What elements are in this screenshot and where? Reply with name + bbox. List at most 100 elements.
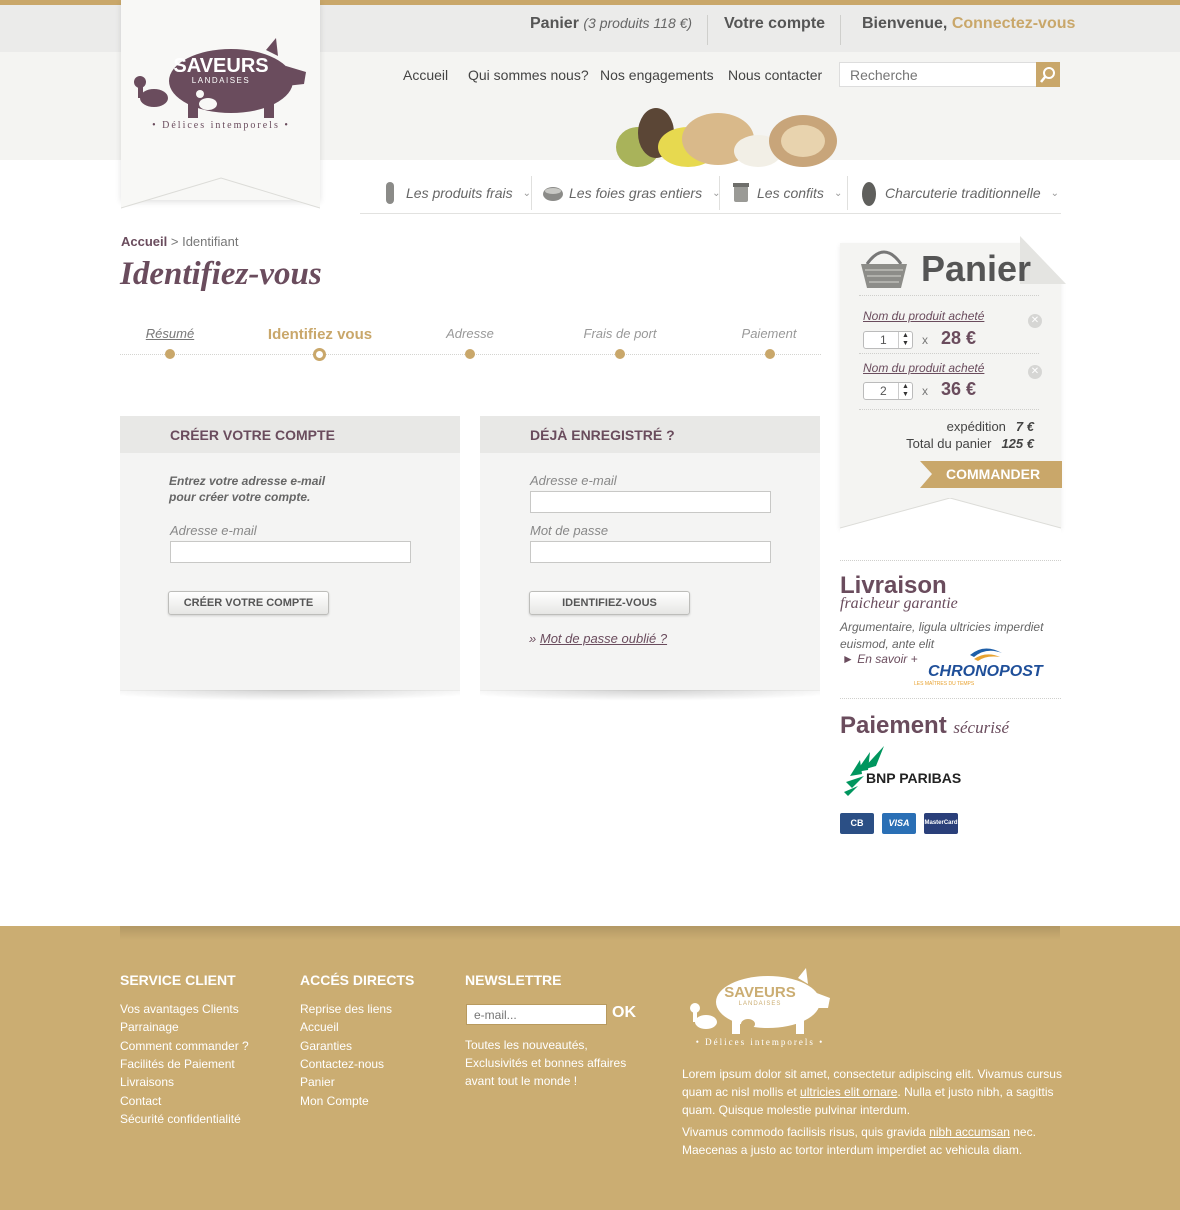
login-panel: DÉJÀ ENREGISTRÉ ? Adresse e-mail Mot de … [480,416,820,691]
nav-contact[interactable]: Nous contacter [728,67,822,83]
create-account-panel: CRÉER VOTRE COMPTE Entrez votre adresse … [120,416,460,691]
cart-summary[interactable]: Panier (3 produits 118 €) [530,15,692,33]
login-password-field[interactable] [530,541,771,563]
password-label: Mot de passe [530,523,609,538]
nav-about[interactable]: Qui sommes nous? [468,67,589,83]
order-button-notch [920,461,932,488]
welcome-text: Bienvenue, [862,15,948,32]
svg-text:SAVEURS: SAVEURS [173,55,268,77]
cart-item-price: 36 € [941,379,977,399]
svg-text:LANDAISES: LANDAISES [192,76,250,85]
email-label: Adresse e-mail [170,523,257,538]
search-input[interactable] [839,62,1037,87]
step-shipping: Frais de port [583,326,657,341]
cart-divider [859,353,1039,354]
svg-text:LANDAISES: LANDAISES [739,1001,782,1007]
logo-tagline: • Délices intemporels • [152,120,290,131]
footer-logo-tagline: • Délices intemporels • [695,1037,825,1047]
logo-ribbon-tail [121,176,320,209]
category-foie-gras[interactable]: Les foies gras entiers ⌄ [543,178,720,208]
footer-text: Vivamus commodo facilisis risus, quis gr… [682,1125,930,1139]
login-link[interactable]: Connectez-vous [952,15,1076,32]
footer-paragraph: Vivamus commodo facilisis risus, quis gr… [682,1123,1067,1159]
breadcrumb-current: Identifiant [182,234,239,249]
top-bar-divider [840,15,841,45]
step-summary[interactable]: Résumé [95,326,245,341]
chevron-down-icon: ⌄ [1050,187,1060,199]
login-email-field[interactable] [530,491,771,513]
cart-link[interactable]: Panier [530,15,579,32]
delivery-more-link[interactable]: ► En savoir + [842,652,918,666]
nav-home[interactable]: Accueil [403,67,448,83]
cart-item-name[interactable]: Nom du produit acheté [863,309,984,323]
category-charcuterie[interactable]: Charcuterie traditionnelle ⌄ [859,178,1059,208]
order-button[interactable]: COMMANDER [920,461,1062,488]
total-value: 125 € [1001,436,1034,451]
login-button[interactable]: IDENTIFIEZ-VOUS [529,591,690,615]
footer-link[interactable]: Vos avantages Clients [120,1002,239,1016]
shipping-value: 7 € [1015,419,1034,434]
newsletter-email-field[interactable] [466,1004,607,1025]
remove-item-icon[interactable]: ✕ [1028,314,1042,328]
quantity-stepper[interactable]: 2 ▲ ▼ [863,382,913,400]
intro-line: pour créer votre compte. [169,490,311,504]
breadcrumb: Accueil > Identifiant [121,234,238,249]
footer-link[interactable]: Accueil [300,1020,339,1034]
category-label: Les confits [757,185,824,201]
quantity-value: 1 [880,333,887,347]
chronopost-logo: CHRONOPOST LES MAÎTRES DU TEMPS [914,648,1044,687]
step-dot [465,349,475,359]
footer-link[interactable]: Mon Compte [300,1094,369,1108]
page-title: Identifiez-vous [120,256,322,292]
terrine-icon [543,187,563,201]
svg-text:SAVEURS: SAVEURS [724,984,795,1001]
footer-link[interactable]: Reprise des liens [300,1002,392,1016]
cart-item-name[interactable]: Nom du produit acheté [863,361,984,375]
footer-link[interactable]: Sécurité confidentialité [120,1112,241,1126]
create-account-button[interactable]: CRÉER VOTRE COMPTE [168,591,329,615]
cart-divider [859,409,1039,410]
step-dot [765,349,775,359]
shipping-label: expédition [946,419,1006,434]
footer-link[interactable]: Contact [120,1094,161,1108]
category-divider [719,176,720,210]
svg-text:LES MAÎTRES DU TEMPS: LES MAÎTRES DU TEMPS [914,680,975,687]
step-identify: Identifiez vous [267,326,373,343]
footer-link[interactable]: Comment commander ? [120,1039,249,1053]
nav-commitments[interactable]: Nos engagements [600,67,714,83]
panel-shadow [120,690,460,708]
account-link[interactable]: Votre compte [724,15,825,33]
chevron-down-icon: ⌄ [522,187,531,199]
payment-title: Paiement sécurisé [840,712,1009,740]
footer-link[interactable]: Panier [300,1075,335,1089]
forgot-password-link[interactable]: Mot de passe oublié ? [540,631,667,646]
sidebar-divider [840,698,1061,699]
breadcrumb-home[interactable]: Accueil [121,234,167,249]
footer-paragraph: Lorem ipsum dolor sit amet, consectetur … [682,1065,1067,1119]
remove-item-icon[interactable]: ✕ [1028,365,1042,379]
footer-link[interactable]: Facilités de Paiement [120,1057,235,1071]
footer-inline-link[interactable]: ultricies elit ornare [800,1085,897,1099]
email-label: Adresse e-mail [530,473,617,488]
search-button[interactable] [1036,62,1060,87]
footer-service-title: SERVICE CLIENT [120,972,236,988]
category-confits[interactable]: Les confits ⌄ [731,178,842,208]
footer-inline-link[interactable]: nibh accumsan [929,1125,1010,1139]
jar-icon [733,183,749,202]
footer-link[interactable]: Garanties [300,1039,352,1053]
total-row: Total du panier 125 € [906,436,1034,451]
spinner-arrows-icon[interactable]: ▲ ▼ [898,383,912,399]
category-fresh-products[interactable]: Les produits frais ⌄ [380,178,531,208]
footer-link[interactable]: Contactez-nous [300,1057,384,1071]
quantity-stepper[interactable]: 1 ▲ ▼ [863,331,913,349]
category-divider [531,176,532,210]
footer-link[interactable]: Livraisons [120,1075,174,1089]
create-email-field[interactable] [170,541,411,563]
card-mastercard-icon: MasterCard [924,813,958,834]
spinner-arrows-icon[interactable]: ▲ ▼ [898,332,912,348]
step-payment: Paiement [741,326,797,341]
create-account-intro: Entrez votre adresse e-mail pour créer v… [169,473,325,505]
intro-line: Entrez votre adresse e-mail [169,474,326,488]
newsletter-ok-button[interactable]: OK [612,1004,636,1022]
footer-link[interactable]: Parrainage [120,1020,179,1034]
